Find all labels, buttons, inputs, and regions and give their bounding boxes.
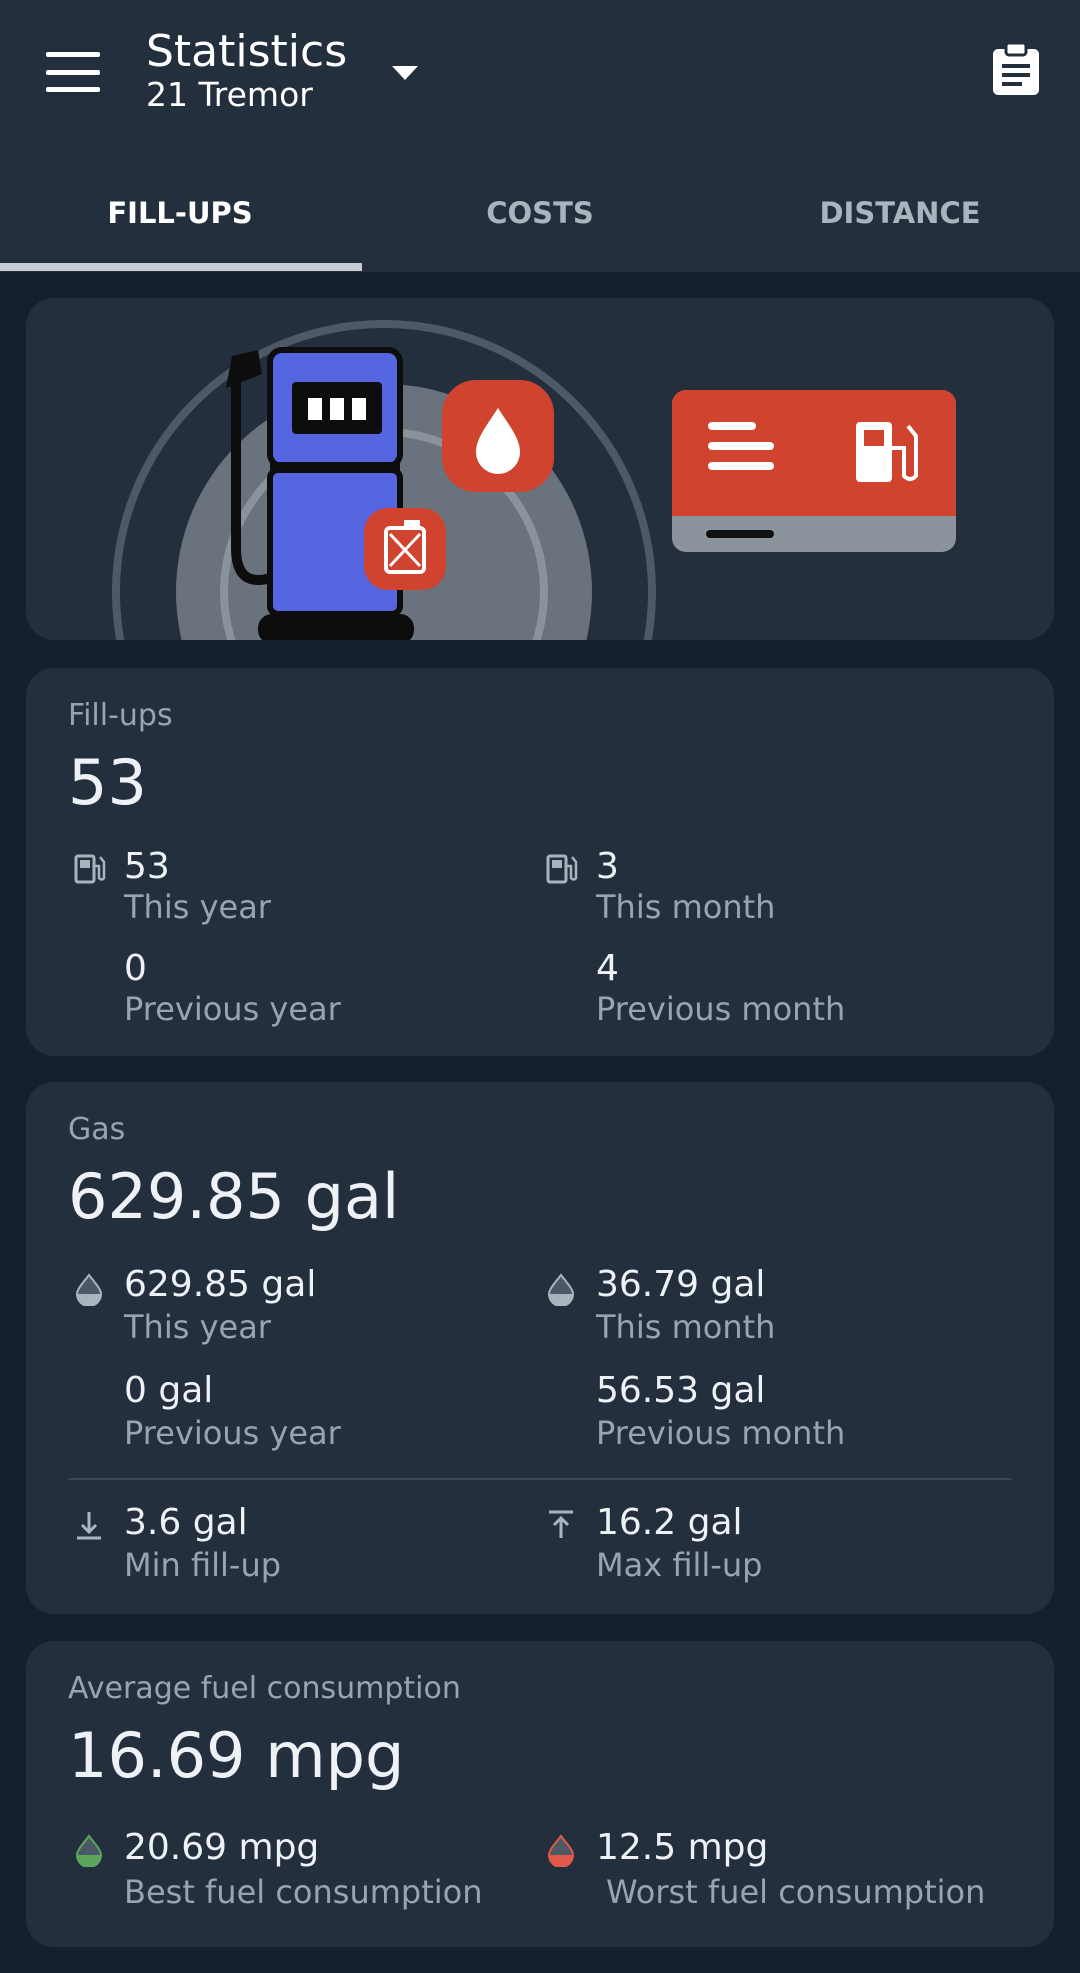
gas-previous-month-value: 56.53 gal xyxy=(596,1370,766,1411)
gas-previous-month-label: Previous month xyxy=(596,1414,846,1452)
gas-this-month-label: This month xyxy=(596,1308,776,1346)
gas-label: Gas xyxy=(68,1112,126,1147)
fill-ups-previous-year-label: Previous year xyxy=(124,990,341,1028)
consumption-average: 16.69 mpg xyxy=(68,1719,405,1792)
active-tab-indicator xyxy=(0,263,362,271)
fuel-pump-illustration xyxy=(112,320,956,640)
fill-ups-label: Fill-ups xyxy=(68,698,173,733)
fill-ups-this-year-value: 53 xyxy=(124,846,170,887)
app-bar: Statistics 21 Tremor FILL-UPS COSTS DIST… xyxy=(0,0,1080,272)
arrow-down-to-line-icon xyxy=(77,1512,101,1540)
tab-bar: FILL-UPS COSTS DISTANCE xyxy=(0,170,1080,272)
gas-this-month-value: 36.79 gal xyxy=(596,1264,766,1305)
page-title: Statistics xyxy=(146,26,348,77)
hero-illustration-card xyxy=(26,298,1054,640)
title-block[interactable]: Statistics 21 Tremor xyxy=(146,26,347,112)
gas-max-fill-up-label: Max fill-up xyxy=(596,1546,763,1584)
fuel-drop-icon xyxy=(547,1273,575,1306)
vehicle-name: 21 Tremor xyxy=(146,75,313,114)
gas-this-year-label: This year xyxy=(124,1308,271,1346)
gas-min-fill-up-value: 3.6 gal xyxy=(124,1502,248,1543)
fill-ups-total: 53 xyxy=(68,746,147,819)
gas-this-year-value: 629.85 gal xyxy=(124,1264,317,1305)
gas-max-fill-up-value: 16.2 gal xyxy=(596,1502,743,1543)
best-consumption-value: 20.69 mpg xyxy=(124,1827,320,1868)
dropdown-arrow-icon[interactable] xyxy=(390,64,420,82)
gas-divider xyxy=(68,1478,1012,1480)
fill-ups-this-month-value: 3 xyxy=(596,846,619,887)
fuel-pump-icon xyxy=(546,854,578,884)
worst-consumption-value: 12.5 mpg xyxy=(596,1827,769,1868)
tab-distance[interactable]: DISTANCE xyxy=(720,170,1080,256)
menu-icon[interactable] xyxy=(46,52,100,92)
fuel-drop-icon xyxy=(75,1273,103,1306)
gas-card[interactable]: Gas 629.85 gal 629.85 gal This year 0 ga… xyxy=(26,1082,1054,1614)
worst-consumption-drop-icon xyxy=(547,1834,575,1867)
gas-total: 629.85 gal xyxy=(68,1160,400,1233)
fill-ups-this-month-label: This month xyxy=(596,888,776,926)
gas-previous-year-value: 0 gal xyxy=(124,1370,214,1411)
fuel-consumption-card[interactable]: Average fuel consumption 16.69 mpg 20.69… xyxy=(26,1641,1054,1947)
fill-ups-previous-month-value: 4 xyxy=(596,948,619,989)
fill-ups-previous-year-value: 0 xyxy=(124,948,147,989)
arrow-up-to-line-icon xyxy=(549,1510,573,1538)
fill-ups-previous-month-label: Previous month xyxy=(596,990,846,1028)
tab-costs[interactable]: COSTS xyxy=(360,170,720,256)
best-consumption-label: Best fuel consumption xyxy=(124,1873,483,1911)
worst-consumption-label: Worst fuel consumption xyxy=(606,1873,986,1911)
fuel-pump-icon xyxy=(74,854,106,884)
tab-fill-ups[interactable]: FILL-UPS xyxy=(0,170,360,256)
best-consumption-drop-icon xyxy=(75,1834,103,1867)
consumption-label: Average fuel consumption xyxy=(68,1671,461,1706)
fill-ups-this-year-label: This year xyxy=(124,888,271,926)
fill-ups-card[interactable]: Fill-ups 53 53 This year 0 Previous year… xyxy=(26,668,1054,1056)
clipboard-icon[interactable] xyxy=(990,42,1042,96)
gas-min-fill-up-label: Min fill-up xyxy=(124,1546,282,1584)
gas-previous-year-label: Previous year xyxy=(124,1414,341,1452)
